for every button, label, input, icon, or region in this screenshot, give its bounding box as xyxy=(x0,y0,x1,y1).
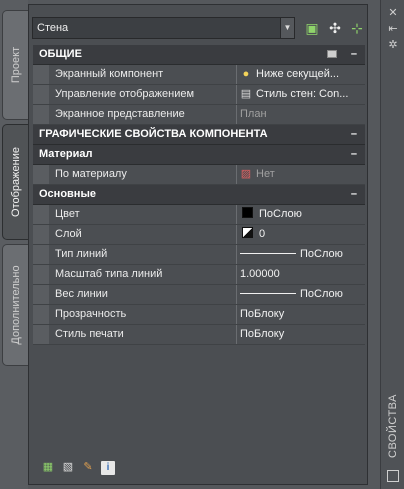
quick-properties-icon[interactable] xyxy=(327,50,337,58)
tab-project-label: Проект xyxy=(9,46,22,84)
property-value[interactable]: ПоСлою xyxy=(240,245,362,264)
property-row[interactable]: Экранное представление План xyxy=(33,105,365,125)
section-general-title: ОБЩИЕ xyxy=(39,48,82,60)
property-name: Тип линий xyxy=(55,248,108,260)
properties-palette: Проект Отображение Дополнительно Стена ▼… xyxy=(0,0,404,489)
tab-project[interactable]: Проект xyxy=(2,10,28,120)
property-row[interactable]: Слой 0 xyxy=(33,225,365,245)
by-material-icon: ▨ xyxy=(240,168,252,180)
chevron-down-icon[interactable]: ▼ xyxy=(280,18,294,38)
object-type-value: Стена xyxy=(37,22,69,34)
palette-title: СВОЙСТВА xyxy=(387,394,399,458)
property-row[interactable]: По материалу ▨ Нет xyxy=(33,165,365,185)
settings-icon[interactable]: ✲ xyxy=(385,38,401,52)
section-basic-title: Основные xyxy=(39,188,96,200)
tab-extended[interactable]: Дополнительно xyxy=(2,244,28,366)
info-icon[interactable]: i xyxy=(101,461,115,475)
tab-extended-label: Дополнительно xyxy=(9,265,22,345)
tab-display[interactable]: Отображение xyxy=(2,124,28,240)
property-name: Экранный компонент xyxy=(55,68,164,80)
layer-icon xyxy=(242,227,253,238)
property-name: Цвет xyxy=(55,208,80,220)
property-row[interactable]: Тип линий ПоСлою xyxy=(33,245,365,265)
tab-display-label: Отображение xyxy=(9,147,22,217)
auto-hide-icon[interactable]: ⇤ xyxy=(385,22,401,36)
lineweight-sample xyxy=(240,293,296,294)
property-name: Управление отображением xyxy=(55,88,195,100)
property-value[interactable]: ПоСлою xyxy=(240,285,362,304)
property-row[interactable]: Прозрачность ПоБлоку xyxy=(33,305,365,325)
property-name: По материалу xyxy=(55,168,127,180)
palette-tabs: Проект Отображение Дополнительно xyxy=(0,0,28,489)
property-row[interactable]: Цвет ПоСлою xyxy=(33,205,365,225)
section-graphic-header[interactable]: ГРАФИЧЕСКИЕ СВОЙСТВА КОМПОНЕНТА – xyxy=(33,125,365,145)
property-name: Экранное представление xyxy=(55,108,185,120)
property-row[interactable]: Управление отображением ▤ Стиль стен: Con… xyxy=(33,85,365,105)
property-value[interactable]: ПоБлоку xyxy=(240,325,362,344)
collapse-icon[interactable]: – xyxy=(351,45,357,64)
section-general-header[interactable]: ОБЩИЕ – xyxy=(33,45,365,65)
color-swatch xyxy=(242,207,253,218)
property-value[interactable]: ● Ниже секущей... xyxy=(240,65,362,84)
section-material-title: Материал xyxy=(39,148,93,160)
property-value[interactable]: ПоСлою xyxy=(240,205,362,224)
edit-style-icon[interactable]: ▦ xyxy=(41,460,55,474)
property-row[interactable]: Экранный компонент ● Ниже секущей... xyxy=(33,65,365,85)
property-name: Слой xyxy=(55,228,82,240)
object-type-dropdown[interactable]: Стена ▼ xyxy=(32,17,295,39)
collapse-icon[interactable]: – xyxy=(351,185,357,204)
collapse-icon[interactable]: – xyxy=(351,145,357,164)
lightbulb-icon: ● xyxy=(242,68,250,80)
property-grid: ОБЩИЕ – Экранный компонент ● Ниже секущей… xyxy=(33,45,365,345)
property-value[interactable]: ПоБлоку xyxy=(240,305,362,324)
section-graphic-title: ГРАФИЧЕСКИЕ СВОЙСТВА КОМПОНЕНТА xyxy=(39,128,268,140)
style-properties-icon[interactable]: ▧ xyxy=(61,460,75,474)
property-value: План xyxy=(240,108,267,120)
property-name: Масштаб типа линий xyxy=(55,268,163,280)
palette-title-bar[interactable]: ✕ ⇤ ✲ СВОЙСТВА xyxy=(380,0,404,489)
properties-panel: Стена ▼ ▣ ✣ ⊹ ОБЩИЕ – Экранный компонент… xyxy=(28,4,368,485)
palette-properties-icon[interactable] xyxy=(387,470,399,482)
property-name: Прозрачность xyxy=(55,308,127,320)
match-properties-icon[interactable]: ✎ xyxy=(81,460,95,474)
collapse-icon[interactable]: – xyxy=(351,125,357,144)
selection-toolbar: Стена ▼ ▣ ✣ ⊹ xyxy=(29,17,369,41)
property-value[interactable]: ▨ Нет xyxy=(240,165,362,184)
add-selection-icon[interactable]: ▣ xyxy=(302,18,322,38)
quick-select-icon[interactable]: ✣ xyxy=(325,18,345,38)
property-row[interactable]: Масштаб типа линий 1.00000 xyxy=(33,265,365,285)
property-name: Вес линии xyxy=(55,288,108,300)
palette-footer-icons: ▦ ▧ ✎ i xyxy=(41,460,121,476)
display-control-icon: ▤ xyxy=(240,88,252,100)
section-basic-header[interactable]: Основные – xyxy=(33,185,365,205)
select-objects-icon[interactable]: ⊹ xyxy=(347,18,367,38)
section-material-header[interactable]: Материал – xyxy=(33,145,365,165)
property-value[interactable]: 1.00000 xyxy=(240,265,362,284)
property-value[interactable]: 0 xyxy=(240,225,362,244)
property-row[interactable]: Вес линии ПоСлою xyxy=(33,285,365,305)
linetype-sample xyxy=(240,253,296,254)
close-icon[interactable]: ✕ xyxy=(385,6,401,20)
property-name: Стиль печати xyxy=(55,328,124,340)
property-value[interactable]: ▤ Стиль стен: Con... xyxy=(240,85,362,104)
property-row[interactable]: Стиль печати ПоБлоку xyxy=(33,325,365,345)
